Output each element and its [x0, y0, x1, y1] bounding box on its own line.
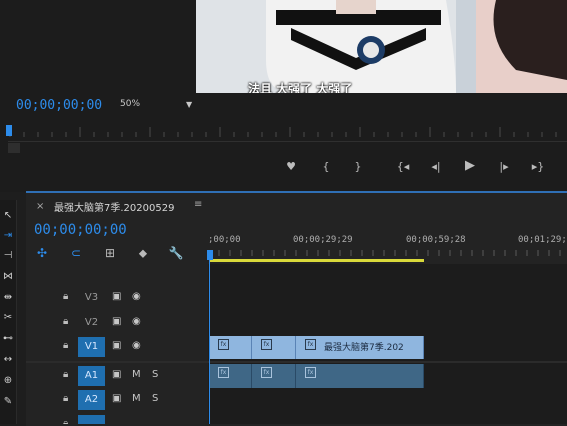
lock-icon[interactable]: 🔒︎: [63, 340, 68, 351]
lock-icon[interactable]: 🔒︎: [63, 369, 68, 380]
zoom-level[interactable]: 50%: [120, 99, 140, 109]
solo-button[interactable]: S: [152, 393, 158, 404]
mark-out-icon[interactable]: }: [347, 160, 369, 173]
step-back-icon[interactable]: ◂|: [425, 160, 447, 173]
rate-stretch-tool-icon[interactable]: ⇹: [1, 292, 15, 304]
audio-clip[interactable]: fx: [252, 364, 296, 388]
eye-icon[interactable]: ◉: [132, 340, 141, 351]
ruler-label: 00;01;29;: [518, 235, 567, 245]
rolling-edit-tool-icon[interactable]: ⋈: [1, 271, 15, 283]
step-forward-icon[interactable]: |▸: [493, 160, 515, 173]
track-header-v3[interactable]: 🔒︎ V3 ▣ ◉: [26, 287, 208, 309]
ruler-label: ;00;00: [208, 235, 241, 245]
slide-tool-icon[interactable]: ↔: [1, 354, 15, 366]
fx-icon: fx: [218, 367, 229, 378]
clip-label: 最强大脑第7季.202: [324, 343, 404, 353]
track-target-a1[interactable]: A1: [78, 366, 105, 386]
fx-icon: fx: [305, 367, 316, 378]
mark-in-icon[interactable]: {: [315, 160, 337, 173]
fx-icon: fx: [261, 339, 272, 350]
snap-icon[interactable]: ⊂: [67, 246, 85, 260]
eye-icon[interactable]: ◉: [132, 316, 141, 327]
track-header-v1[interactable]: 🔒︎ V1 ▣ ◉: [26, 336, 208, 358]
timeline-playhead[interactable]: [207, 250, 213, 260]
lock-icon[interactable]: 🔒︎: [63, 418, 68, 424]
go-to-out-icon[interactable]: ▸}: [527, 160, 549, 173]
audio-clip[interactable]: fx: [209, 364, 252, 388]
linked-selection-icon[interactable]: ⊞: [101, 246, 119, 260]
video-audio-divider[interactable]: [26, 361, 567, 363]
audio-clip[interactable]: fx: [296, 364, 424, 388]
track-target-v1[interactable]: V1: [78, 337, 105, 357]
track-header-v2[interactable]: 🔒︎ V2 ▣ ◉: [26, 312, 208, 334]
video-caption: 法且 大强了 大强了: [248, 82, 353, 93]
timeline-ruler[interactable]: [208, 248, 567, 256]
add-marker-icon[interactable]: ⬥: [134, 246, 152, 261]
monitor-scroll-bar[interactable]: [8, 143, 20, 153]
lock-icon[interactable]: 🔒︎: [63, 393, 68, 404]
panel-menu-icon[interactable]: ≡: [194, 199, 202, 210]
pen-tool-icon[interactable]: ⊕: [1, 375, 15, 387]
track-select-tool-icon[interactable]: ⇥: [1, 230, 15, 242]
fx-icon: fx: [218, 339, 229, 350]
marker-icon[interactable]: ♥: [280, 160, 302, 173]
monitor-timecode[interactable]: 00;00;00;00: [16, 98, 102, 113]
playhead-line: [209, 258, 210, 424]
video-clip[interactable]: fx: [252, 336, 296, 359]
eye-icon[interactable]: ◉: [132, 291, 141, 302]
fx-icon: fx: [261, 367, 272, 378]
solo-button[interactable]: S: [152, 369, 158, 380]
nest-sequence-icon[interactable]: ✣: [33, 246, 51, 260]
work-area-bar[interactable]: [210, 259, 424, 262]
fx-icon: fx: [305, 339, 316, 350]
close-tab-icon[interactable]: ×: [36, 201, 44, 212]
monitor-playhead[interactable]: [6, 125, 12, 136]
track-header-a3[interactable]: 🔒︎: [26, 414, 208, 424]
filmstrip-icon[interactable]: ▣: [112, 393, 121, 404]
filmstrip-icon[interactable]: ▣: [112, 316, 121, 327]
sequence-tab[interactable]: 最强大脑第7季.20200529: [54, 199, 174, 214]
filmstrip-icon[interactable]: ▣: [112, 291, 121, 302]
mute-button[interactable]: M: [132, 369, 141, 380]
track-target-a2[interactable]: A2: [78, 390, 105, 410]
go-to-in-icon[interactable]: {◂: [392, 160, 414, 173]
filmstrip-icon[interactable]: ▣: [112, 340, 121, 351]
lock-icon[interactable]: 🔒︎: [63, 291, 68, 302]
mute-button[interactable]: M: [132, 393, 141, 404]
slip-tool-icon[interactable]: ⊷: [1, 333, 15, 345]
zoom-dropdown-icon[interactable]: ▼: [186, 100, 192, 109]
timeline-settings-icon[interactable]: 🔧: [167, 246, 185, 260]
lock-icon[interactable]: 🔒︎: [63, 316, 68, 327]
ripple-edit-tool-icon[interactable]: ⊣: [1, 250, 15, 262]
video-preview: 法且 大强了 大强了: [196, 0, 567, 93]
track-header-a2[interactable]: 🔒︎ A2 ▣ M S: [26, 389, 208, 411]
track-name[interactable]: V3: [78, 288, 105, 308]
ruler-label: 00;00;29;29: [293, 235, 353, 245]
ruler-label: 00;00;59;28: [406, 235, 466, 245]
filmstrip-icon[interactable]: ▣: [112, 369, 121, 380]
track-target-a3[interactable]: [78, 415, 105, 424]
razor-tool-icon[interactable]: ✂: [1, 312, 15, 324]
video-clip[interactable]: fx: [209, 336, 252, 359]
hand-tool-icon[interactable]: ✎: [1, 396, 15, 408]
monitor-timeruler[interactable]: [8, 123, 567, 142]
timeline-timecode[interactable]: 00;00;00;00: [34, 222, 127, 238]
track-name[interactable]: V2: [78, 313, 105, 333]
play-icon[interactable]: ▶: [459, 158, 481, 173]
selection-tool-icon[interactable]: ↖: [1, 210, 15, 222]
track-header-a1[interactable]: 🔒︎ A1 ▣ M S: [26, 365, 208, 387]
